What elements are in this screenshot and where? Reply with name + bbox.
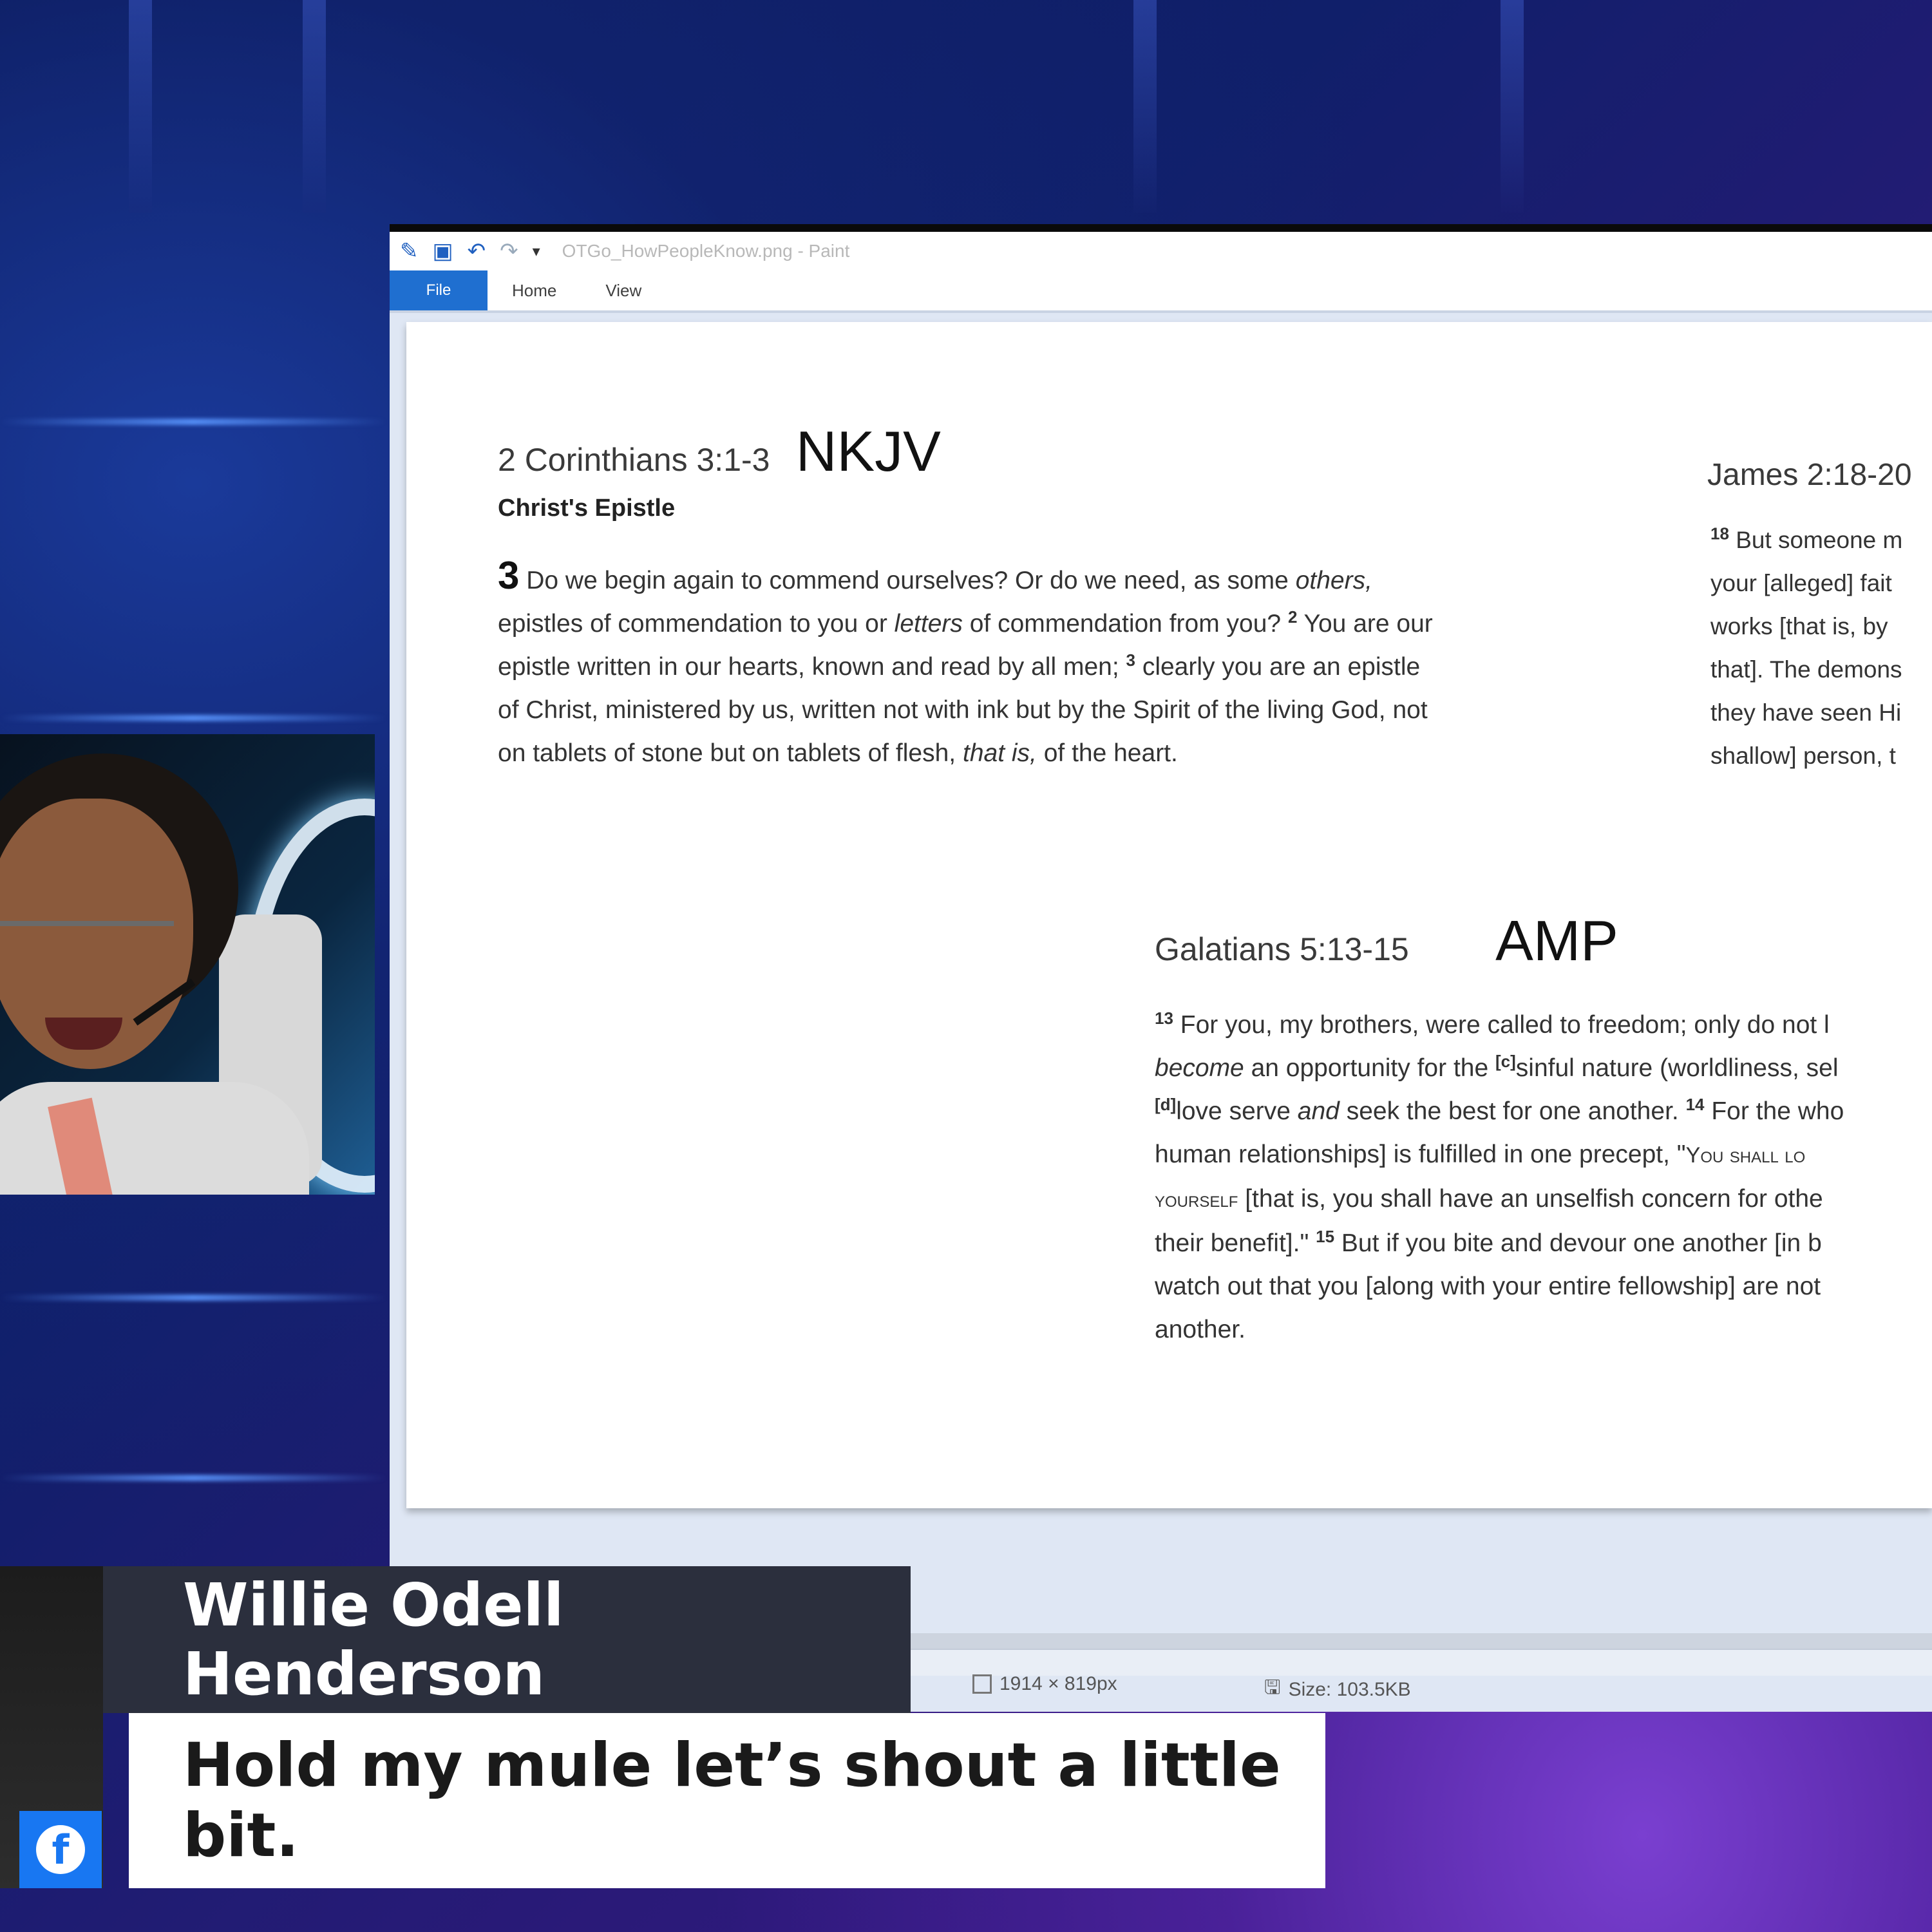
verse-number: 3 — [1126, 650, 1135, 670]
verse-number: 15 — [1316, 1227, 1335, 1246]
passage-line: seek the best for one another. — [1339, 1097, 1686, 1125]
chapter-number: 3 — [498, 554, 520, 597]
tab-file[interactable]: File — [390, 270, 488, 310]
james-passage: 18 But someone m your [alleged] fait wor… — [1710, 518, 1902, 777]
passage-italic: and — [1297, 1097, 1340, 1125]
background-light-beam — [0, 1294, 386, 1301]
title-bar: ✎ ▣ ↶ ↷ ▾ OTGo_HowPeopleKnow.png - Paint — [390, 232, 1932, 270]
corinthians-heading: 2 Corinthians 3:1-3 NKJV — [498, 419, 941, 484]
dimensions-text: 1914 × 819px — [999, 1673, 1117, 1694]
passage-line: [that is, you shall have an unselfish co… — [1238, 1185, 1823, 1213]
selection-size-icon — [972, 1674, 992, 1694]
passage-line: of commendation from you? — [962, 610, 1288, 638]
background-pillar — [129, 0, 152, 213]
disk-icon: 🖫 — [1264, 1677, 1281, 1698]
customize-dropdown-icon[interactable]: ▾ — [533, 242, 540, 261]
passage-line: For you, my brothers, were called to fre… — [1173, 1011, 1830, 1039]
passage-line: epistle written in our hearts, known and… — [498, 653, 1126, 681]
background-light-beam — [0, 419, 386, 425]
tab-view[interactable]: View — [581, 270, 666, 310]
passage-italic: that is, — [962, 739, 1037, 767]
passage-smallcaps: You shall lo — [1685, 1143, 1806, 1168]
passage-line: epistles of commendation to you or — [498, 610, 895, 638]
passage-line: of the heart. — [1036, 739, 1178, 767]
corinthians-version: NKJV — [795, 419, 941, 483]
passage-line: watch out that you [along with your enti… — [1155, 1273, 1821, 1300]
redo-icon[interactable]: ↷ — [500, 238, 518, 264]
passage-line: clearly you are an epistle — [1135, 653, 1421, 681]
commenter-name-bar: Willie Odell Henderson — [103, 1566, 911, 1713]
passage-line: But if you bite and devour one another [… — [1334, 1229, 1822, 1257]
webcam-feed — [0, 734, 375, 1195]
passage-line: You are our — [1297, 610, 1433, 638]
quick-access-toolbar: ✎ ▣ ↶ ↷ ▾ — [390, 238, 540, 264]
passage-line: of Christ, ministered by us, written not… — [498, 696, 1428, 724]
facebook-logo-letter: f — [36, 1825, 85, 1874]
passage-line: your [alleged] fait — [1710, 570, 1892, 596]
window-title: OTGo_HowPeopleKnow.png - Paint — [562, 241, 850, 261]
galatians-passage: 13 For you, my brothers, were called to … — [1155, 1003, 1844, 1351]
paint-window: ✎ ▣ ↶ ↷ ▾ OTGo_HowPeopleKnow.png - Paint… — [390, 224, 1932, 1712]
footnote-marker: [d] — [1155, 1095, 1177, 1114]
background-light-beam — [0, 715, 386, 721]
passage-line: Do we begin again to commend ourselves? … — [519, 567, 1296, 594]
verse-number: 13 — [1155, 1009, 1173, 1028]
james-reference: James 2:18-20 — [1707, 458, 1912, 492]
passage-italic: letters — [894, 610, 963, 638]
passage-line: on tablets of stone but on tablets of fl… — [498, 739, 963, 767]
passage-line: another. — [1155, 1316, 1245, 1343]
footnote-marker: [c] — [1495, 1052, 1516, 1071]
passage-line: human relationships] is fulfilled in one… — [1155, 1141, 1686, 1168]
background-pillar — [303, 0, 326, 213]
passage-line: they have seen Hi — [1710, 699, 1902, 726]
corinthians-passage: 3 Do we begin again to commend ourselves… — [498, 554, 1433, 775]
passage-line: an opportunity for the — [1244, 1054, 1495, 1082]
passage-line: love serve — [1176, 1097, 1298, 1125]
verse-number: 14 — [1685, 1095, 1705, 1114]
presenter-glasses — [0, 921, 174, 965]
background-pillar — [1501, 0, 1524, 213]
facebook-icon: f — [19, 1811, 102, 1888]
verse-number: 2 — [1287, 607, 1298, 627]
presenter-body — [0, 1082, 309, 1195]
passage-line: For the who — [1704, 1097, 1844, 1125]
passage-smallcaps: yourself — [1155, 1188, 1238, 1212]
undo-icon[interactable]: ↶ — [468, 238, 486, 264]
corinthians-reference: 2 Corinthians 3:1-3 — [498, 442, 770, 478]
galatians-reference: Galatians 5:13-15 — [1155, 931, 1409, 967]
commenter-name: Willie Odell Henderson — [183, 1571, 564, 1709]
comment-message-bar: Hold my mule let’s shout a little bit. — [129, 1713, 1325, 1888]
background-pillar — [1133, 0, 1157, 213]
status-dimensions: 1914 × 819px — [972, 1673, 1117, 1695]
ribbon-tabs: File Home View — [390, 270, 1932, 313]
passage-italic: others, — [1295, 567, 1372, 594]
passage-line: But someone m — [1728, 527, 1903, 553]
passage-line: works [that is, by — [1710, 613, 1888, 639]
status-size: 🖫 Size: 103.5KB — [1264, 1673, 1411, 1706]
passage-line: their benefit]." — [1155, 1229, 1316, 1257]
background-light-beam — [0, 1475, 386, 1481]
size-text: Size: 103.5KB — [1288, 1678, 1411, 1700]
passage-italic: become — [1155, 1054, 1244, 1082]
verse-number: 18 — [1710, 524, 1729, 544]
passage-line: shallow] person, t — [1710, 743, 1896, 769]
galatians-heading: Galatians 5:13-15 AMP — [1155, 908, 1618, 974]
save-icon[interactable]: ▣ — [433, 238, 453, 264]
tab-home[interactable]: Home — [488, 270, 581, 310]
image-canvas[interactable]: 2 Corinthians 3:1-3 NKJV Christ's Epistl… — [406, 322, 1932, 1508]
corinthians-subheading: Christ's Epistle — [498, 495, 676, 522]
passage-line: that]. The demons — [1710, 656, 1902, 683]
paint-app-icon: ✎ — [400, 239, 419, 263]
galatians-version: AMP — [1495, 909, 1618, 972]
comment-message: Hold my mule let’s shout a little bit. — [183, 1730, 1281, 1871]
passage-line: sinful nature (worldliness, sel — [1515, 1054, 1839, 1082]
